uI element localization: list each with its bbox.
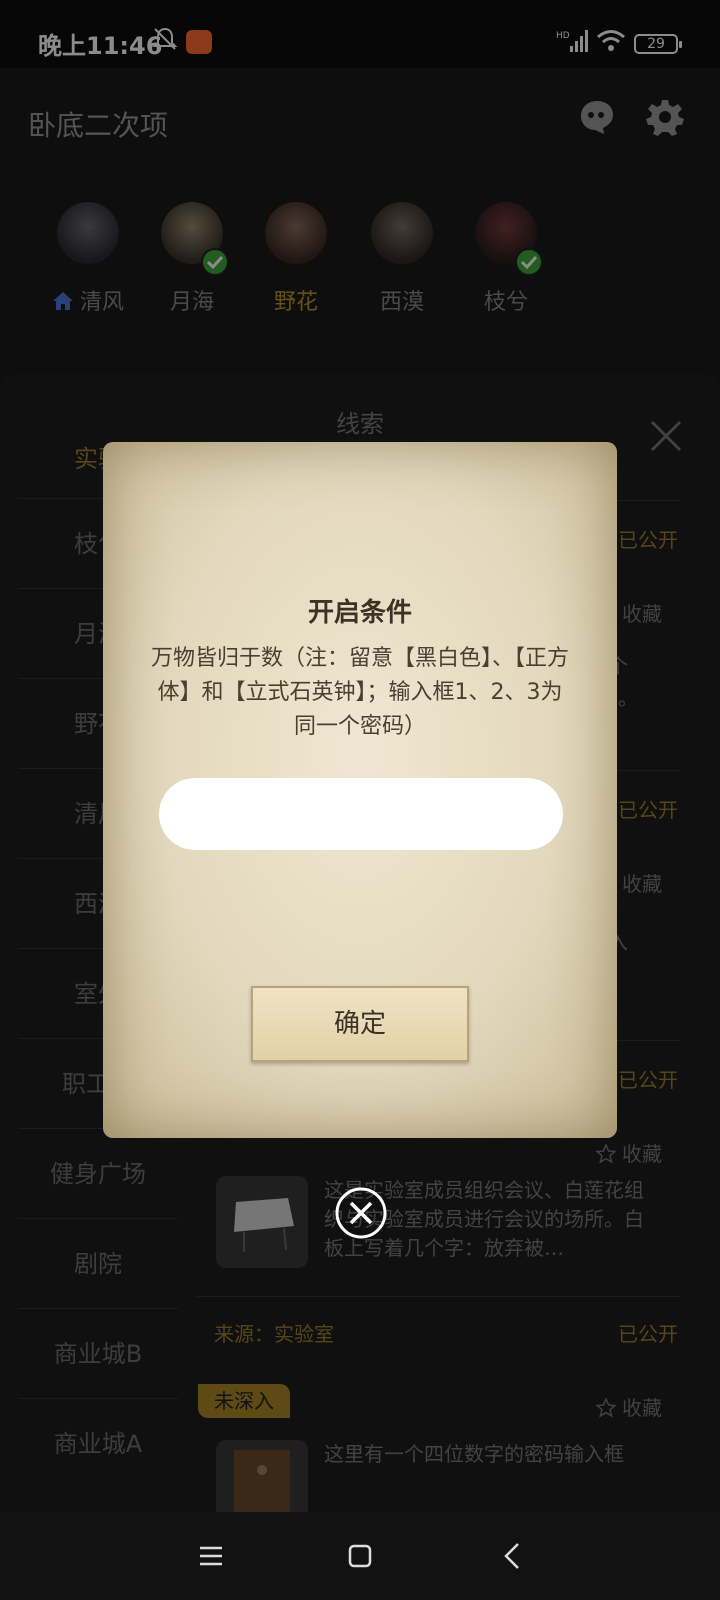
dialog-title: 开启条件	[307, 598, 412, 628]
back-icon[interactable]	[502, 1542, 522, 1570]
system-nav-bar	[0, 1512, 720, 1600]
unlock-condition-dialog: 开启条件 万物皆归于数（注：留意【黑白色】、【正方体】和【立式石英钟】；输入框1…	[103, 442, 617, 1138]
dialog-description: 万物皆归于数（注：留意【黑白色】、【正方体】和【立式石英钟】；输入框1、2、3为…	[151, 646, 570, 739]
menu-icon[interactable]	[198, 1544, 224, 1568]
password-input[interactable]	[159, 778, 563, 850]
confirm-button[interactable]: 确定	[251, 986, 469, 1062]
home-square-icon[interactable]	[348, 1544, 372, 1568]
close-circle-icon[interactable]	[334, 1186, 388, 1240]
